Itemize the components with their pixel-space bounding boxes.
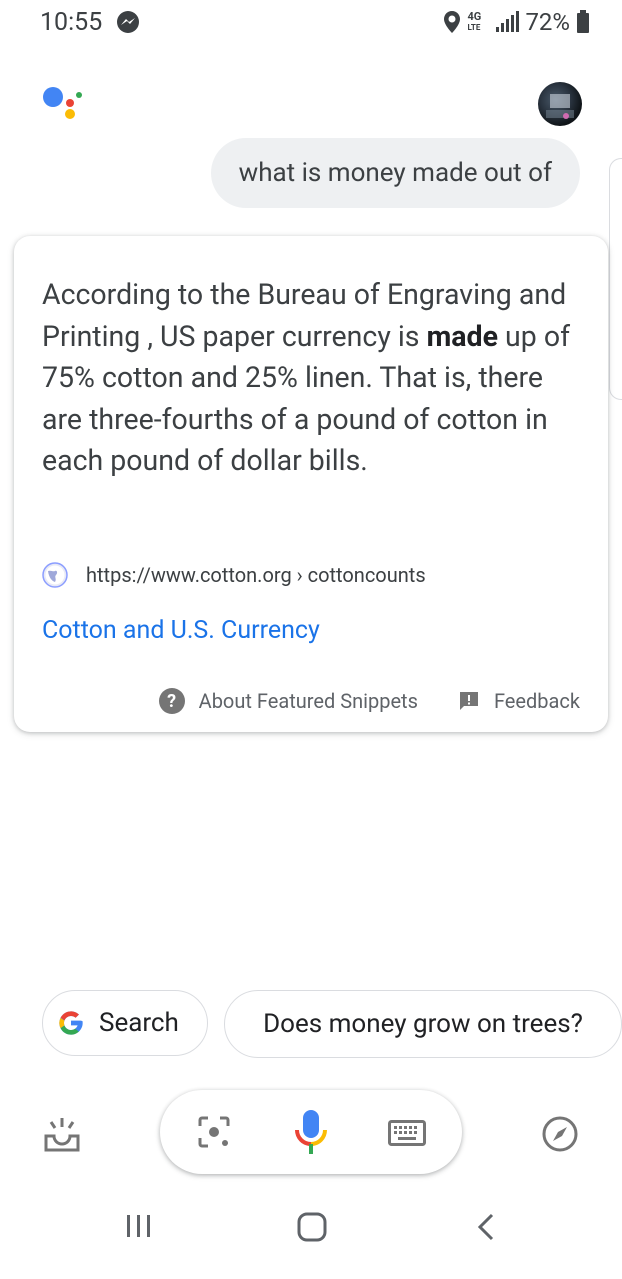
side-panel-edge — [609, 158, 622, 400]
lens-icon[interactable] — [196, 1114, 232, 1150]
updates-icon[interactable] — [42, 1114, 82, 1154]
battery-icon — [577, 10, 589, 33]
status-right: 4G LTE 72% — [443, 8, 590, 36]
about-snippets-label: About Featured Snippets — [198, 689, 418, 713]
compass-icon[interactable] — [541, 1115, 579, 1153]
search-chip-label: Search — [99, 1008, 179, 1038]
status-time: 10:55 — [40, 8, 103, 37]
search-chip[interactable]: Search — [42, 990, 208, 1056]
feedback-label: Feedback — [493, 689, 580, 713]
mic-icon[interactable] — [291, 1108, 331, 1158]
feedback-icon — [459, 692, 478, 710]
featured-snippet-card: According to the Bureau of Engraving and… — [14, 236, 608, 732]
avatar[interactable] — [538, 82, 582, 126]
about-snippets-button[interactable]: ? About Featured Snippets — [158, 688, 418, 714]
input-toolbar — [160, 1090, 462, 1174]
home-icon[interactable] — [296, 1212, 328, 1242]
messenger-icon — [117, 11, 139, 33]
recents-icon[interactable] — [124, 1212, 154, 1240]
globe-icon — [42, 562, 68, 588]
network-type: 4G LTE — [467, 9, 482, 32]
battery-percent: 72% — [525, 8, 570, 36]
back-icon[interactable] — [474, 1212, 498, 1242]
snippet-bold-word: made — [426, 319, 498, 353]
source-row[interactable]: https://www.cotton.org › cottoncounts — [42, 562, 426, 588]
keyboard-icon[interactable] — [388, 1120, 426, 1146]
suggestion-chip-question[interactable]: Does money grow on trees? — [224, 990, 622, 1058]
assistant-logo-icon — [43, 87, 82, 119]
source-url: https://www.cotton.org › cottoncounts — [86, 563, 426, 587]
google-g-icon — [59, 1011, 83, 1035]
help-icon: ? — [158, 688, 185, 714]
location-icon — [444, 11, 461, 33]
snippet-footer: ? About Featured Snippets Feedback — [158, 688, 580, 714]
signal-icon — [496, 11, 520, 32]
result-title-link[interactable]: Cotton and U.S. Currency — [42, 616, 320, 645]
snippet-answer-text: According to the Bureau of Engraving and… — [42, 278, 570, 477]
suggestion-question-label: Does money grow on trees? — [263, 1009, 583, 1039]
feedback-button[interactable]: Feedback — [458, 689, 580, 713]
user-query-bubble: what is money made out of — [210, 138, 580, 208]
